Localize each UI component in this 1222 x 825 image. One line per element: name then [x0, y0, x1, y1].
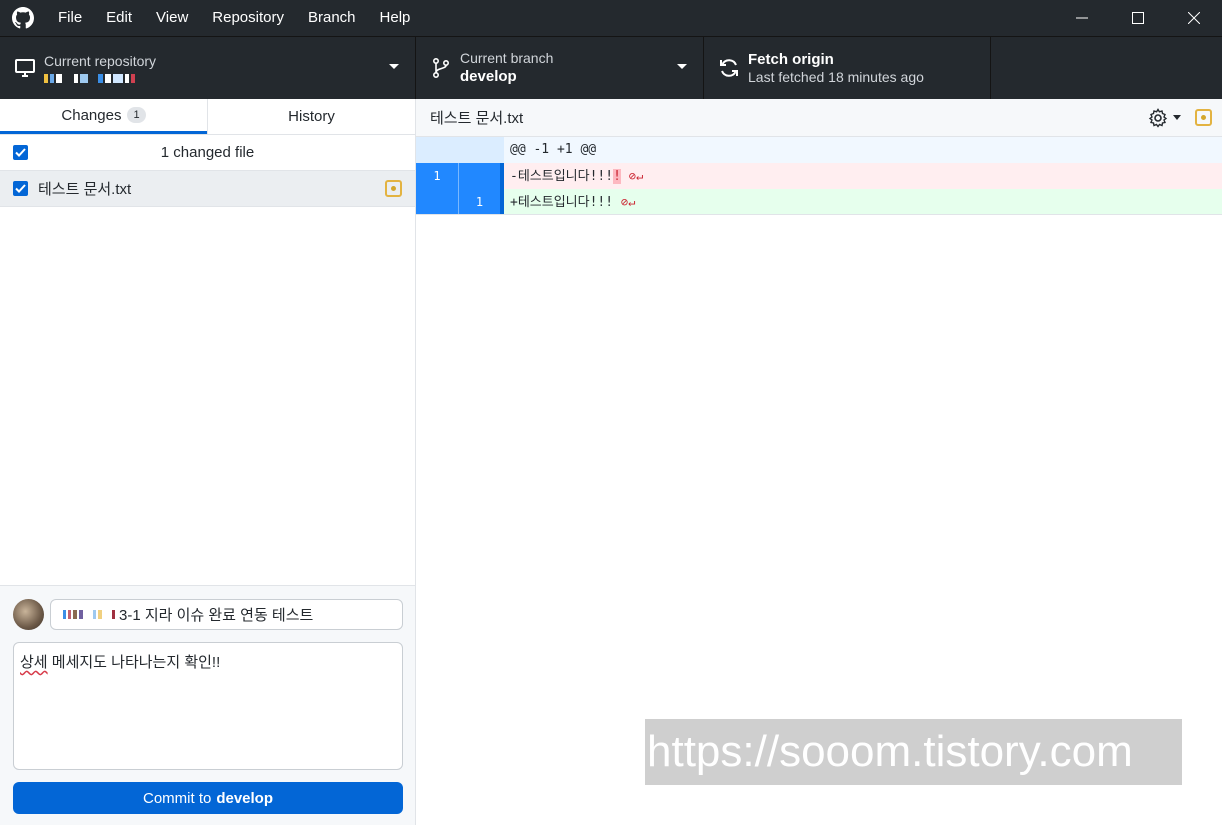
tab-history-label: History [288, 108, 335, 125]
no-newline-icon: ⊘↵ [628, 169, 644, 183]
menu-help[interactable]: Help [368, 0, 423, 36]
repository-name-redacted [44, 73, 156, 83]
close-button[interactable] [1166, 0, 1222, 36]
file-modified-icon [1195, 109, 1212, 126]
title-bar: File Edit View Repository Branch Help [0, 0, 1222, 36]
diff-file-name: 테스트 문서.txt [430, 110, 524, 127]
menu-edit[interactable]: Edit [94, 0, 144, 36]
fetch-title: Fetch origin [748, 51, 834, 68]
checkmark-icon [15, 148, 26, 157]
checkmark-icon [15, 184, 26, 193]
maximize-button[interactable] [1110, 0, 1166, 36]
repository-dropdown-icon [389, 64, 399, 69]
commit-summary-text: 3-1 지라 이슈 완료 연동 테스트 [119, 607, 314, 624]
github-logo-icon [0, 0, 46, 36]
maximize-icon [1132, 12, 1144, 24]
commit-panel: 3-1 지라 이슈 완료 연동 테스트 상세 메세지도 나타나는지 확인!! C… [0, 585, 415, 825]
watermark: https://sooom.tistory.com [645, 719, 1182, 785]
file-include-checkbox[interactable] [13, 181, 28, 196]
added-line-text: +테스트입니다!!! [510, 195, 614, 210]
fetch-origin-button[interactable]: Fetch origin Last fetched 18 minutes ago [704, 37, 991, 99]
branch-selector[interactable]: Current branch develop [416, 37, 704, 99]
toolbar: Current repository Current branch develo… [0, 36, 1222, 99]
changes-sidebar: Changes 1 History 1 changed file 테스트 문서.… [0, 99, 416, 825]
diff-settings-button[interactable] [1148, 107, 1181, 128]
diff-line-deleted[interactable]: 1 -테스트입니다!!!! ⊘↵ [416, 163, 1222, 189]
diff-line-added[interactable]: 1 +테스트입니다!!! ⊘↵ [416, 189, 1222, 215]
spellcheck-word: 상세 [20, 654, 48, 671]
summary-redacted [63, 610, 115, 620]
chevron-down-icon [1173, 115, 1181, 120]
deleted-line-text: -테스트입니다!!! [510, 169, 614, 184]
menu-branch[interactable]: Branch [296, 0, 368, 36]
repository-label: Current repository [44, 53, 157, 69]
menu-file[interactable]: File [46, 0, 94, 36]
repository-selector[interactable]: Current repository [0, 37, 416, 99]
tab-changes[interactable]: Changes 1 [0, 99, 207, 134]
no-newline-icon: ⊘↵ [620, 195, 636, 209]
changed-files-count: 1 changed file [160, 144, 255, 161]
commit-button[interactable]: Commit to develop [13, 782, 403, 814]
close-icon [1188, 12, 1200, 24]
tab-changes-label: Changes [61, 106, 122, 124]
select-all-checkbox[interactable] [13, 145, 28, 160]
commit-button-prefix: Commit to [142, 789, 212, 807]
avatar [13, 599, 44, 630]
menu-repository[interactable]: Repository [200, 0, 296, 36]
sidebar-tabs: Changes 1 History [0, 99, 415, 135]
sync-icon [714, 57, 744, 79]
branch-dropdown-icon [677, 64, 687, 69]
diff-header: 테스트 문서.txt [416, 99, 1222, 137]
menu-view[interactable]: View [144, 0, 200, 36]
file-modified-icon [385, 180, 402, 197]
menu-bar: File Edit View Repository Branch Help [46, 0, 422, 36]
changes-count-badge: 1 [127, 107, 146, 123]
tab-history[interactable]: History [207, 99, 415, 134]
branch-label: Current branch [460, 50, 554, 66]
changed-char-highlight: ! [613, 169, 621, 184]
fetch-status: Last fetched 18 minutes ago [748, 69, 924, 85]
window-controls [1054, 0, 1222, 36]
diff-hunk-header: @@ -1 +1 @@ [416, 137, 1222, 163]
changed-files-header: 1 changed file [0, 135, 415, 171]
git-branch-icon [426, 57, 456, 79]
minimize-button[interactable] [1054, 0, 1110, 36]
branch-name: develop [460, 68, 517, 85]
commit-description-text: 메세지도 나타나는지 확인!! [47, 654, 221, 671]
commit-button-branch: develop [216, 789, 274, 807]
minimize-icon [1076, 17, 1088, 19]
commit-description-input[interactable]: 상세 메세지도 나타나는지 확인!! [13, 642, 403, 770]
commit-summary-input[interactable]: 3-1 지라 이슈 완료 연동 테스트 [50, 599, 403, 630]
diff-panel: 테스트 문서.txt @@ -1 +1 @@ 1 -테스트입니다!!!! ⊘↵ … [416, 99, 1222, 825]
new-line-number [457, 163, 500, 189]
desktop-icon [10, 58, 40, 78]
old-line-number: 1 [433, 169, 441, 183]
changed-file-name: 테스트 문서.txt [38, 181, 132, 198]
gear-icon [1148, 107, 1168, 128]
new-line-number: 1 [457, 189, 500, 214]
old-line-number [416, 189, 458, 214]
hunk-text: @@ -1 +1 @@ [510, 142, 597, 157]
changed-file-row[interactable]: 테스트 문서.txt [0, 171, 415, 207]
